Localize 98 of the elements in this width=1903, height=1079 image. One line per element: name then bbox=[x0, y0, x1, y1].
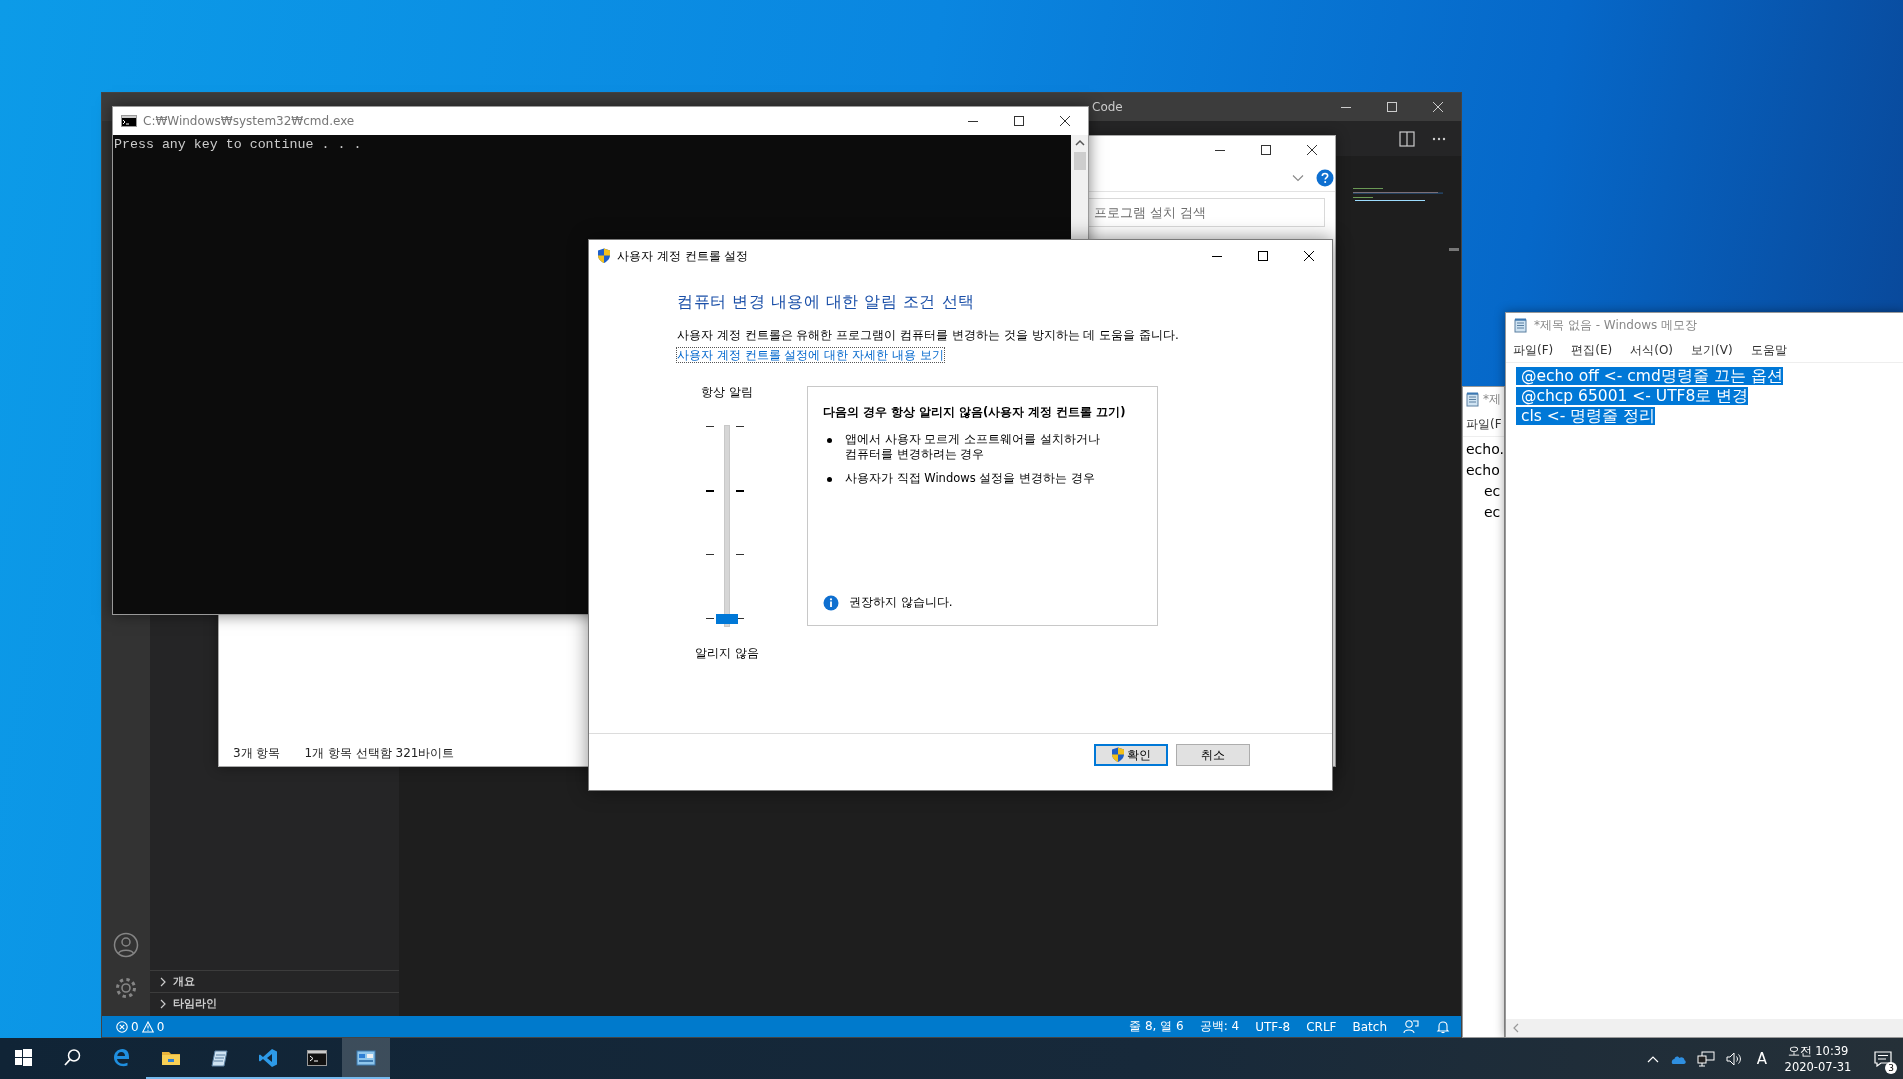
close-icon[interactable] bbox=[1304, 251, 1314, 261]
console-text: Press any key to continue . . . bbox=[113, 136, 363, 152]
slider-tick bbox=[706, 618, 714, 619]
bullet-text: 사용자가 직접 Windows 설정을 변경하는 경우 bbox=[845, 471, 1096, 486]
slider-label: 항상 알림 bbox=[700, 384, 754, 401]
status-text: 1개 항목 선택함 321바이트 bbox=[304, 744, 455, 762]
close-icon[interactable] bbox=[1307, 145, 1317, 155]
text-line: echo. bbox=[1466, 441, 1504, 457]
close-icon[interactable] bbox=[1060, 116, 1070, 126]
slider-tick bbox=[736, 554, 744, 555]
chevron-icon bbox=[158, 998, 168, 1009]
problems-indicator[interactable]: 0 0 bbox=[116, 1019, 165, 1034]
window-title: *제목 없음 - Windows 메모장 bbox=[1534, 317, 1698, 334]
section-title: 개요 bbox=[173, 974, 195, 989]
network-icon[interactable] bbox=[1696, 1050, 1715, 1067]
status-text: 3개 항목 bbox=[233, 744, 281, 762]
menu-item[interactable]: 파일(F bbox=[1466, 415, 1502, 433]
maximize-icon[interactable] bbox=[1014, 116, 1024, 126]
slider-tick bbox=[706, 554, 714, 555]
chevron-up-icon[interactable] bbox=[1646, 1054, 1659, 1063]
chevron-down-icon[interactable] bbox=[1292, 173, 1304, 182]
clock-time: 오전 10:39 bbox=[1787, 1042, 1849, 1059]
slider-tick bbox=[736, 618, 744, 619]
scroll-up-icon[interactable] bbox=[1074, 139, 1085, 147]
window-title: *제 bbox=[1483, 391, 1501, 408]
info-icon bbox=[823, 594, 839, 611]
status-item[interactable]: 줄 8, 열 6 bbox=[1129, 1018, 1184, 1035]
scrollbar-thumb[interactable] bbox=[1449, 248, 1459, 251]
speaker-icon[interactable] bbox=[1724, 1050, 1743, 1067]
settings-icon[interactable] bbox=[114, 976, 138, 1000]
window-title: C:₩Windows₩system32₩cmd.exe bbox=[143, 114, 355, 128]
section-header[interactable]: 타임라인 bbox=[150, 992, 399, 1014]
text-area[interactable]: echo. echo ec ec bbox=[1463, 437, 1504, 1037]
menu-item[interactable]: 편집(E) bbox=[1571, 341, 1613, 359]
chevron-icon bbox=[158, 976, 168, 987]
page-heading: 컴퓨터 변경 내용에 대한 알림 조건 선택 bbox=[677, 292, 976, 313]
menu-item[interactable]: 도움말 bbox=[1750, 341, 1787, 359]
code-editor-icon bbox=[258, 1047, 279, 1068]
text-line: echo bbox=[1466, 462, 1500, 478]
taskbar-button[interactable] bbox=[341, 1038, 391, 1079]
menu-item[interactable]: 서식(O) bbox=[1630, 341, 1674, 359]
error-icon bbox=[116, 1020, 128, 1033]
text-line: ec bbox=[1484, 504, 1501, 520]
notepad-icon bbox=[1514, 318, 1528, 333]
text-area[interactable]: @echo off <- cmd명령줄 끄는 옵션 @chcp 65001 <- UTF8로 변경 cls <- 명령줄 정리 bbox=[1506, 363, 1903, 1019]
text-line: ec bbox=[1484, 483, 1501, 499]
slider-tick bbox=[706, 490, 714, 492]
scrollbar[interactable] bbox=[1506, 1019, 1903, 1037]
maximize-icon[interactable] bbox=[1261, 145, 1271, 155]
error-count: 0 bbox=[131, 1019, 139, 1034]
shield-icon bbox=[597, 248, 611, 264]
maximize-icon[interactable] bbox=[1258, 251, 1268, 261]
notepad-icon bbox=[1466, 392, 1480, 407]
notifications-button[interactable]: 3 bbox=[1863, 1038, 1903, 1079]
bell-icon[interactable] bbox=[1435, 1018, 1451, 1035]
bullet-icon bbox=[827, 438, 832, 443]
status-item[interactable]: CRLF bbox=[1306, 1019, 1337, 1034]
clock-date: 2020-07-31 bbox=[1784, 1058, 1852, 1075]
terminal-icon bbox=[307, 1047, 328, 1068]
input-language[interactable]: A bbox=[1756, 1049, 1767, 1068]
status-item[interactable]: Batch bbox=[1352, 1019, 1387, 1034]
window-title: 사용자 계정 컨트롤 설정 bbox=[617, 247, 749, 265]
account-icon[interactable] bbox=[113, 932, 139, 958]
browser-icon bbox=[112, 1047, 132, 1068]
section-header[interactable]: 개요 bbox=[150, 970, 399, 992]
window-title: Code bbox=[1092, 100, 1123, 114]
feedback-icon[interactable] bbox=[1403, 1018, 1419, 1035]
ok-button[interactable]: 확인 bbox=[1094, 744, 1168, 766]
notepad-icon bbox=[209, 1047, 230, 1068]
scrollbar-thumb[interactable] bbox=[1073, 152, 1086, 170]
status-item[interactable]: UTF-8 bbox=[1255, 1019, 1291, 1034]
bullet-text: 앱에서 사용자 모르게 소프트웨어를 설치하거나 컴퓨터를 변경하려는 경우 bbox=[845, 432, 1101, 462]
shield-icon bbox=[1111, 747, 1125, 763]
info-title: 다음의 경우 항상 알리지 않음(사용자 계정 컨트롤 끄기) bbox=[823, 405, 1127, 420]
slider-tick bbox=[736, 426, 744, 427]
bullet-icon bbox=[827, 477, 832, 482]
slider-thumb[interactable] bbox=[716, 614, 738, 624]
slider-tick bbox=[736, 490, 744, 492]
warning-icon bbox=[141, 1020, 154, 1033]
menu-item[interactable]: 보기(V) bbox=[1691, 341, 1733, 359]
split-editor-icon[interactable] bbox=[1399, 130, 1415, 147]
help-icon[interactable] bbox=[1316, 168, 1334, 187]
note-text: 권장하지 않습니다. bbox=[849, 594, 953, 611]
notification-count: 3 bbox=[1885, 1062, 1897, 1074]
slider-label: 알리지 않음 bbox=[694, 645, 760, 662]
menu-item[interactable]: 파일(F) bbox=[1513, 341, 1554, 359]
clock[interactable]: 오전 10:39 2020-07-31 bbox=[1779, 1042, 1857, 1075]
terminal-icon bbox=[121, 115, 137, 127]
warning-count: 0 bbox=[156, 1019, 165, 1034]
section-title: 타임라인 bbox=[173, 996, 217, 1011]
slider-tick bbox=[706, 426, 714, 427]
search-field[interactable]: 프로그램 설치 검색 bbox=[1087, 198, 1325, 227]
help-link[interactable]: 사용자 계정 컨트롤 설정에 대한 자세한 내용 보기 bbox=[677, 348, 944, 362]
windows-logo-icon bbox=[14, 1047, 35, 1068]
control-panel-icon bbox=[355, 1047, 376, 1068]
cancel-button[interactable]: 취소 bbox=[1176, 744, 1250, 766]
description-text: 사용자 계정 컨트롤은 유해한 프로그램이 컴퓨터를 변경하는 것을 방지하는 데 도움을 줍니다. bbox=[677, 327, 1180, 344]
status-item[interactable]: 공백: 4 bbox=[1199, 1018, 1240, 1035]
